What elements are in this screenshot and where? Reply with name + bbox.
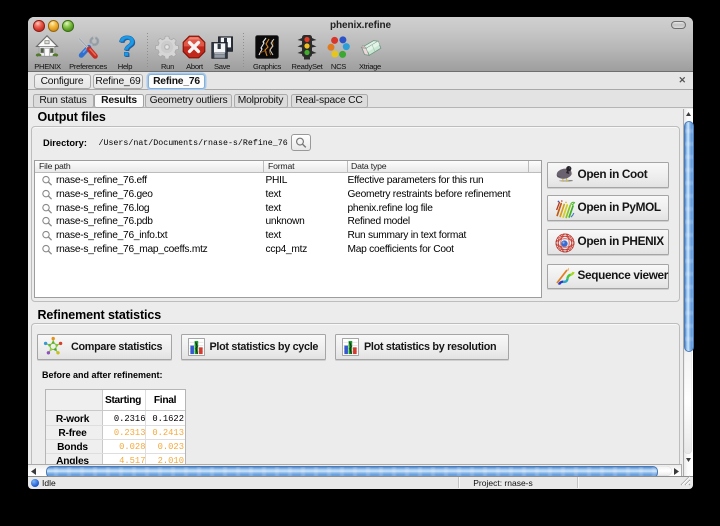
svg-text:?: ? — [118, 33, 136, 61]
